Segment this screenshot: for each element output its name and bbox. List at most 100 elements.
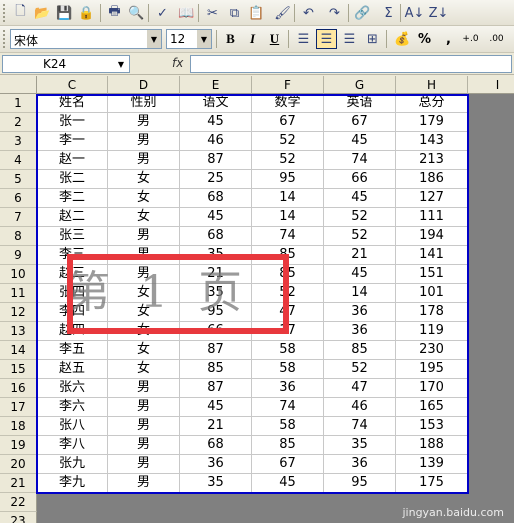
table-cell[interactable]: 李一 [37,132,108,151]
toolbar-grip[interactable] [3,4,6,22]
row-header-19[interactable]: 19 [0,436,37,455]
row-header-12[interactable]: 12 [0,303,37,322]
table-cell[interactable]: 36 [180,455,252,474]
table-cell[interactable]: 李三 [37,246,108,265]
table-cell[interactable]: 男 [108,398,180,417]
table-cell[interactable]: 张二 [37,170,108,189]
table-cell[interactable]: 68 [180,189,252,208]
table-cell[interactable]: 45 [180,398,252,417]
row-header-15[interactable]: 15 [0,360,37,379]
row-header-11[interactable]: 11 [0,284,37,303]
percent-button[interactable]: % [414,29,435,49]
merge-center-button[interactable]: ⊞ [362,29,383,49]
permission-button[interactable]: 🔒 [76,3,97,23]
column-header-d[interactable]: D [108,76,180,94]
table-cell[interactable]: 141 [396,246,468,265]
align-center-button[interactable]: ☰ [316,29,337,49]
table-cell[interactable]: 87 [180,341,252,360]
row-header-9[interactable]: 9 [0,246,37,265]
column-header-g[interactable]: G [324,76,396,94]
font-size-select[interactable]: 12 ▼ [166,29,212,49]
copy-button[interactable]: ⧉ [224,3,245,23]
table-cell[interactable]: 36 [324,455,396,474]
chevron-down-icon[interactable]: ▼ [113,56,129,72]
table-cell[interactable]: 47 [252,303,324,322]
table-cell[interactable]: 男 [108,417,180,436]
table-cell[interactable]: 58 [252,360,324,379]
table-cell[interactable]: 85 [252,246,324,265]
table-cell[interactable]: 195 [396,360,468,379]
table-cell[interactable]: 李二 [37,189,108,208]
row-header-5[interactable]: 5 [0,170,37,189]
research-button[interactable]: 📖 [176,3,197,23]
table-cell[interactable]: 张一 [37,113,108,132]
bold-button[interactable]: B [220,29,241,49]
row-header-17[interactable]: 17 [0,398,37,417]
table-cell[interactable]: 男 [108,246,180,265]
header-cell[interactable]: 英语 [324,94,396,113]
table-cell[interactable]: 李六 [37,398,108,417]
align-left-button[interactable]: ☰ [293,29,314,49]
row-header-13[interactable]: 13 [0,322,37,341]
underline-button[interactable]: U [264,29,285,49]
table-cell[interactable]: 45 [180,113,252,132]
table-cell[interactable]: 女 [108,284,180,303]
table-cell[interactable]: 165 [396,398,468,417]
table-cell[interactable]: 175 [396,474,468,493]
table-cell[interactable]: 36 [252,379,324,398]
table-cell[interactable]: 45 [324,265,396,284]
row-header-23[interactable]: 23 [0,512,37,523]
table-cell[interactable]: 赵四 [37,322,108,341]
column-header-f[interactable]: F [252,76,324,94]
table-cell[interactable]: 170 [396,379,468,398]
table-cell[interactable]: 45 [252,474,324,493]
increase-decimal-button[interactable]: +.0 [460,29,481,49]
print-button[interactable]: 🖶 [104,3,125,23]
table-cell[interactable]: 68 [180,227,252,246]
table-cell[interactable]: 52 [252,132,324,151]
table-cell[interactable]: 男 [108,474,180,493]
hyperlink-button[interactable]: 🔗 [352,3,373,23]
chevron-down-icon[interactable]: ▼ [197,30,211,48]
column-header-e[interactable]: E [180,76,252,94]
table-cell[interactable]: 21 [324,246,396,265]
select-all-corner[interactable] [0,76,37,94]
table-cell[interactable]: 58 [252,417,324,436]
table-cell[interactable]: 35 [180,474,252,493]
align-right-button[interactable]: ☰ [339,29,360,49]
table-cell[interactable]: 36 [324,303,396,322]
new-button[interactable]: 🗋 [10,3,31,23]
table-cell[interactable]: 85 [180,360,252,379]
table-cell[interactable]: 女 [108,170,180,189]
comma-style-button[interactable]: , [438,29,459,49]
table-cell[interactable]: 66 [324,170,396,189]
table-cell[interactable]: 男 [108,151,180,170]
cut-button[interactable]: ✂ [202,3,223,23]
table-cell[interactable]: 178 [396,303,468,322]
sort-descending-button[interactable]: Z↓ [428,3,449,23]
table-cell[interactable]: 35 [180,284,252,303]
table-cell[interactable]: 14 [252,189,324,208]
table-cell[interactable]: 张三 [37,227,108,246]
table-cell[interactable]: 52 [324,360,396,379]
table-cell[interactable]: 46 [324,398,396,417]
table-cell[interactable]: 14 [324,284,396,303]
table-cell[interactable]: 85 [324,341,396,360]
table-cell[interactable]: 111 [396,208,468,227]
table-cell[interactable]: 74 [252,398,324,417]
table-cell[interactable]: 67 [324,113,396,132]
table-cell[interactable]: 68 [180,436,252,455]
table-cell[interactable]: 李八 [37,436,108,455]
table-cell[interactable]: 17 [252,322,324,341]
table-cell[interactable]: 85 [252,265,324,284]
format-painter-button[interactable]: 🖌 [272,3,293,23]
table-cell[interactable]: 35 [324,436,396,455]
header-cell[interactable]: 姓名 [37,94,108,113]
table-cell[interactable]: 213 [396,151,468,170]
spelling-button[interactable]: ✓ [152,3,173,23]
table-cell[interactable]: 赵一 [37,151,108,170]
table-cell[interactable]: 74 [324,417,396,436]
table-cell[interactable]: 87 [180,151,252,170]
table-cell[interactable]: 194 [396,227,468,246]
table-cell[interactable]: 14 [252,208,324,227]
